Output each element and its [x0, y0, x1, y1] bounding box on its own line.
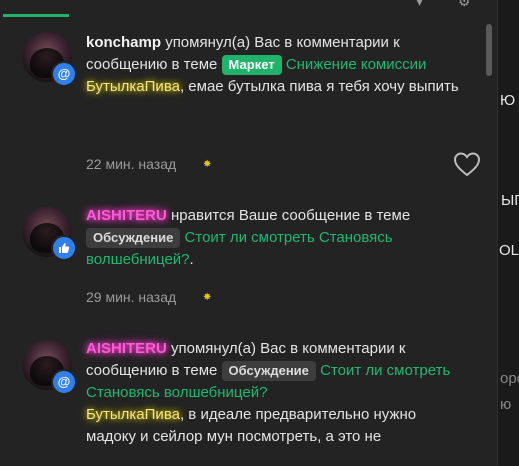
- scrollbar[interactable]: [485, 22, 493, 462]
- at-icon: @: [51, 369, 77, 395]
- timestamp: 29 мин. назад: [86, 289, 177, 305]
- background-text: Ю: [500, 92, 516, 109]
- notification-text: AISHITERU упомянул(а) Вас в комментарии …: [86, 338, 466, 448]
- notification-text: konchamp упомянул(а) Вас в комментарии к…: [86, 32, 466, 98]
- period: .: [189, 251, 194, 268]
- topic-tag[interactable]: Обсуждение: [86, 228, 181, 248]
- topic-tag[interactable]: Маркет: [221, 55, 282, 75]
- check-all-icon[interactable]: ▾: [416, 0, 432, 8]
- background-text: ЫП: [501, 192, 519, 209]
- username[interactable]: AISHITERU: [86, 207, 167, 224]
- notifications-panel: ▾ ⚙ @ konchamp упомянул(а) Вас в коммент…: [0, 0, 498, 466]
- heart-icon[interactable]: [453, 151, 481, 177]
- quoted-username[interactable]: БутылкаПива: [86, 78, 180, 95]
- background-text: оро: [500, 370, 519, 387]
- notification-item[interactable]: @ AISHITERU упомянул(а) Вас в комментари…: [0, 338, 485, 466]
- username[interactable]: konchamp: [86, 34, 161, 51]
- username[interactable]: AISHITERU: [86, 340, 167, 357]
- thumbs-up-icon: [51, 235, 77, 261]
- topic-link[interactable]: Снижение комиссии: [286, 56, 427, 73]
- notification-item[interactable]: AISHITERU нравится Ваше сообщение в теме…: [0, 205, 485, 325]
- unread-star-icon: ✸: [203, 159, 212, 170]
- unread-star-icon: ✸: [203, 292, 212, 303]
- at-icon: @: [51, 61, 77, 87]
- background-text: OLA: [499, 242, 519, 259]
- active-tab-indicator: [3, 14, 69, 17]
- quote-text: , емае бутылка пива я тебя хочу выпить: [179, 78, 459, 95]
- timestamp: 22 мин. назад: [86, 156, 177, 172]
- notification-action: нравится Ваше сообщение в теме: [171, 207, 411, 224]
- scrollbar-thumb[interactable]: [486, 24, 492, 76]
- settings-gear-icon[interactable]: ⚙: [458, 0, 474, 8]
- quoted-username[interactable]: БутылкаПива: [86, 406, 180, 423]
- background-text: ю: [500, 396, 512, 413]
- notification-text: AISHITERU нравится Ваше сообщение в теме…: [86, 205, 466, 271]
- notification-item[interactable]: @ konchamp упомянул(а) Вас в комментарии…: [0, 30, 485, 190]
- topic-tag[interactable]: Обсуждение: [221, 361, 316, 381]
